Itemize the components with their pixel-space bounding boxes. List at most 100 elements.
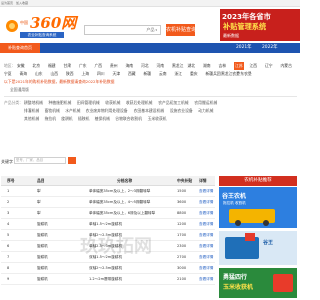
category-filter-row: 排灌机械 畜牧机械 水产机械 农业废弃物利用处理设备 农田基本建设机械 设施农业设备 动力机…	[4, 107, 297, 115]
row-spec: 双轴2～2.5m旋耕机	[89, 266, 123, 270]
table-row: 9 旋耕机 1.2～2m履带旋耕机 2100 查看详情	[1, 274, 215, 285]
region-26[interactable]: 西藏	[128, 70, 136, 78]
category-item[interactable]: 种植施肥机械	[49, 99, 72, 107]
region-16[interactable]: 辽宁	[265, 62, 273, 70]
row-item: 犁	[37, 211, 41, 215]
category-item[interactable]: 水产机械	[65, 107, 80, 115]
region-17[interactable]: 内蒙古	[281, 62, 292, 70]
watermark: 玖玖拓网	[80, 236, 152, 257]
table-row: 8 旋耕机 双轴2～2.5m旋耕机 3000 查看详情	[1, 263, 215, 274]
col-subsidy: 中央补贴	[177, 178, 193, 183]
region-3[interactable]: 甘肃	[64, 62, 72, 70]
category-item[interactable]: 耕整地机械	[24, 99, 43, 107]
region-30[interactable]: 重庆	[190, 70, 198, 78]
region-4[interactable]: 广东	[79, 62, 87, 70]
region-13[interactable]: 吉林	[219, 62, 227, 70]
set-homepage-link[interactable]: 设为首页	[1, 0, 13, 7]
category-item[interactable]: 农用搬运机械	[194, 99, 217, 107]
header-ad-banner[interactable]: 2023年各省市 补贴管理系统 最新数据	[220, 9, 300, 41]
region-21[interactable]: 山西	[51, 70, 59, 78]
search-type-select[interactable]: 产品	[146, 26, 157, 34]
region-28[interactable]: 云南	[159, 70, 167, 78]
divider	[4, 96, 297, 97]
category-item[interactable]: 植保机械	[95, 115, 110, 123]
region-8[interactable]: 河北	[141, 62, 149, 70]
row-item: 旋耕机	[37, 233, 48, 237]
row-detail-link[interactable]: 查看详情	[199, 230, 213, 241]
nav-home[interactable]: 补贴查询首页	[0, 43, 40, 53]
category-item[interactable]: 谷物联合收割机	[115, 115, 142, 123]
region-20[interactable]: 山东	[35, 70, 43, 78]
nav-year-2022[interactable]: 2022年	[262, 43, 278, 53]
row-detail-link[interactable]: 查看详情	[199, 186, 213, 197]
notice-row: 以下是2021年的购机补贴数据，最新数据请查询2022年补贴数据	[4, 78, 297, 86]
row-detail-link[interactable]: 查看详情	[199, 208, 213, 219]
tractor-icon	[229, 209, 275, 226]
add-favorite-link[interactable]: 加入收藏	[16, 0, 28, 7]
search-input[interactable]: 产品	[84, 25, 161, 35]
row-detail-link[interactable]: 查看详情	[199, 274, 213, 285]
category-item[interactable]: 玉米收获机	[148, 115, 167, 123]
row-detail-link[interactable]: 查看详情	[199, 241, 213, 252]
ad3-heading-2: 玉米收获机	[223, 284, 254, 291]
region-24[interactable]: 四川	[97, 70, 105, 78]
category-item[interactable]: 排灌机械	[24, 107, 39, 115]
region-2[interactable]: 福建	[48, 62, 56, 70]
row-detail-link[interactable]: 查看详情	[199, 263, 213, 274]
category-item[interactable]: 畜牧机械	[45, 107, 60, 115]
region-19[interactable]: 青海	[20, 70, 28, 78]
row-detail-link[interactable]: 查看详情	[199, 252, 213, 263]
region-5[interactable]: 广西	[95, 62, 103, 70]
keyword-search-button[interactable]	[68, 157, 76, 164]
region-7[interactable]: 海南	[126, 62, 134, 70]
region-12[interactable]: 湖南	[203, 62, 211, 70]
category-item[interactable]: 农田基本建设机械	[134, 107, 164, 115]
category-label: 产品分类：	[4, 100, 23, 105]
row-detail-link[interactable]: 查看详情	[199, 219, 213, 230]
notice-text: 以下是2021年的购机补贴数据，最新数据请查询2022年补贴数据	[4, 79, 115, 84]
sidebar-title: 农机补贴推荐	[219, 176, 297, 186]
harvester-icon	[225, 233, 259, 259]
category-item[interactable]: 旋耕机	[61, 115, 72, 123]
category-item[interactable]: 插秧机	[78, 115, 89, 123]
category-item[interactable]: 收获机械	[105, 99, 120, 107]
row-no: 5	[7, 233, 10, 237]
region-14[interactable]: 江苏	[234, 62, 244, 70]
sidebar-ad-3[interactable]: 勇猛四行 玉米收获机	[219, 268, 297, 298]
keyword-input[interactable]: 型号、厂家、品目	[14, 157, 66, 164]
category-item[interactable]: 设施农业设备	[170, 107, 193, 115]
category-item[interactable]: 拖拉机	[45, 115, 56, 123]
region-1[interactable]: 北京	[33, 62, 41, 70]
region-15[interactable]: 江西	[250, 62, 258, 70]
region-0[interactable]: 安徽	[17, 62, 25, 70]
region-10[interactable]: 黑龙江	[172, 62, 183, 70]
category-item[interactable]: 动力机械	[198, 107, 213, 115]
region-9[interactable]: 河南	[157, 62, 165, 70]
category-item[interactable]: 田间管理机械	[77, 99, 100, 107]
category-item[interactable]: 农产品初加工机械	[158, 99, 188, 107]
region-23[interactable]: 上海	[82, 70, 90, 78]
row-item: 旋耕机	[37, 255, 48, 259]
nav-year-2021[interactable]: 2021年	[236, 43, 252, 53]
col-no: 序号	[7, 178, 15, 183]
general-version-text: 全国通用版	[10, 87, 29, 92]
category-item[interactable]: 其他机械	[24, 115, 39, 123]
region-27[interactable]: 新疆	[144, 70, 152, 78]
category-item[interactable]: 收获后处理机械	[126, 99, 153, 107]
region-6[interactable]: 贵州	[110, 62, 118, 70]
search-button[interactable]: 农机补贴查询	[166, 24, 196, 36]
region-11[interactable]: 湖北	[188, 62, 196, 70]
row-detail-link[interactable]: 查看详情	[199, 197, 213, 208]
region-25[interactable]: 天津	[113, 70, 121, 78]
region-18[interactable]: 宁夏	[4, 70, 12, 78]
sidebar-ad-2[interactable]: 谷王	[219, 231, 297, 265]
logo-title[interactable]: 360网	[30, 15, 76, 31]
sidebar-ad-1[interactable]: 谷王农机 拖拉机 收割机	[219, 187, 297, 228]
region-31[interactable]: 新疆兵团	[206, 70, 221, 78]
region-22[interactable]: 陕西	[66, 70, 74, 78]
region-29[interactable]: 浙江	[175, 70, 183, 78]
row-no: 8	[7, 266, 10, 270]
logo-icon[interactable]	[6, 20, 18, 32]
region-33[interactable]: 广东农垦	[237, 70, 252, 78]
category-item[interactable]: 农业废弃物利用处理设备	[86, 107, 128, 115]
